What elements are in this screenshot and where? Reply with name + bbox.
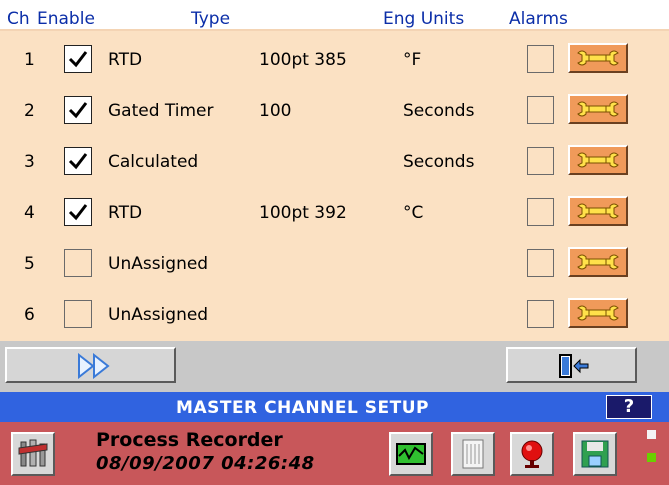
channel-type[interactable]: UnAssigned: [108, 305, 208, 325]
column-header: Ch Enable Type Eng Units Alarms: [0, 0, 669, 31]
enable-checkbox[interactable]: [64, 249, 92, 277]
configure-channel-button[interactable]: [568, 247, 628, 277]
configure-channel-button[interactable]: [568, 145, 628, 175]
col-ch: Ch: [7, 9, 30, 29]
channel-type[interactable]: RTD: [108, 203, 142, 223]
datetime: 08/09/2007 04:26:48: [96, 453, 315, 474]
channel-type[interactable]: UnAssigned: [108, 254, 208, 274]
channel-type[interactable]: Calculated: [108, 152, 198, 172]
channel-number: 2: [24, 101, 35, 121]
channel-number: 4: [24, 203, 35, 223]
wrench-icon: [577, 101, 619, 117]
wrench-icon: [577, 203, 619, 219]
configure-channel-button[interactable]: [568, 43, 628, 73]
tools-button[interactable]: [11, 432, 55, 476]
wrench-icon: [577, 152, 619, 168]
col-type: Type: [191, 9, 231, 29]
enable-checkbox[interactable]: [64, 45, 92, 73]
enable-checkbox[interactable]: [64, 96, 92, 124]
channel-range: 100: [259, 101, 292, 121]
enable-checkbox[interactable]: [64, 300, 92, 328]
col-eng-units: Eng Units: [383, 9, 465, 29]
enable-checkbox[interactable]: [64, 198, 92, 226]
alarm-checkbox[interactable]: [527, 300, 554, 328]
channel-number: 5: [24, 254, 35, 274]
channel-row: 3 Calculated Seconds: [0, 136, 669, 186]
status-led-2: [647, 453, 656, 462]
master-channel-setup-screen: Ch Enable Type Eng Units Alarms 1 RTD 100p…: [0, 0, 669, 485]
alarm-button[interactable]: [510, 432, 554, 476]
channel-row: 2 Gated Timer 100 Seconds: [0, 85, 669, 135]
app-name: Process Recorder: [96, 429, 283, 451]
wrench-icon: [577, 254, 619, 270]
eng-units[interactable]: Seconds: [403, 152, 474, 172]
title-bar: MASTER CHANNEL SETUP ?: [0, 392, 669, 422]
alarm-bell-icon: [521, 440, 543, 468]
tools-icon: [18, 439, 48, 467]
channel-number: 1: [24, 50, 35, 70]
channel-number: 6: [24, 305, 35, 325]
trend-button[interactable]: [389, 432, 433, 476]
channel-table: 1 RTD 100pt 385 °F 2 Gated Timer 100 Seconds 3 Ca…: [0, 31, 669, 341]
channel-type[interactable]: Gated Timer: [108, 101, 214, 121]
screen-title: MASTER CHANNEL SETUP: [176, 398, 429, 418]
next-page-button[interactable]: [5, 347, 176, 383]
channel-row: 5 UnAssigned: [0, 238, 669, 288]
double-arrow-right-icon: [78, 353, 110, 379]
col-enable: Enable: [37, 9, 95, 29]
list-view-icon: [462, 439, 484, 469]
wrench-icon: [577, 305, 619, 321]
list-view-button[interactable]: [451, 432, 495, 476]
channel-number: 3: [24, 152, 35, 172]
help-button[interactable]: ?: [606, 395, 652, 419]
channel-range: 100pt 385: [259, 50, 347, 70]
channel-row: 4 RTD 100pt 392 °C: [0, 187, 669, 237]
eng-units[interactable]: °C: [403, 203, 423, 223]
status-led-1: [647, 430, 656, 439]
channel-range: 100pt 392: [259, 203, 347, 223]
nav-bar: [0, 341, 669, 392]
alarm-checkbox[interactable]: [527, 96, 554, 124]
eng-units[interactable]: °F: [403, 50, 421, 70]
configure-channel-button[interactable]: [568, 94, 628, 124]
alarm-checkbox[interactable]: [527, 198, 554, 226]
channel-row: 1 RTD 100pt 385 °F: [0, 34, 669, 84]
alarm-checkbox[interactable]: [527, 147, 554, 175]
door-exit-icon: [559, 354, 589, 378]
alarm-checkbox[interactable]: [527, 45, 554, 73]
channel-type[interactable]: RTD: [108, 50, 142, 70]
trend-display-icon: [396, 443, 426, 465]
exit-button[interactable]: [506, 347, 637, 383]
alarm-checkbox[interactable]: [527, 249, 554, 277]
save-disk-icon: [581, 440, 609, 468]
configure-channel-button[interactable]: [568, 196, 628, 226]
eng-units[interactable]: Seconds: [403, 101, 474, 121]
col-alarms: Alarms: [509, 9, 568, 29]
channel-row: 6 UnAssigned: [0, 289, 669, 339]
enable-checkbox[interactable]: [64, 147, 92, 175]
wrench-icon: [577, 50, 619, 66]
configure-channel-button[interactable]: [568, 298, 628, 328]
save-button[interactable]: [573, 432, 617, 476]
status-bar: Process Recorder 08/09/2007 04:26:48: [0, 422, 669, 485]
